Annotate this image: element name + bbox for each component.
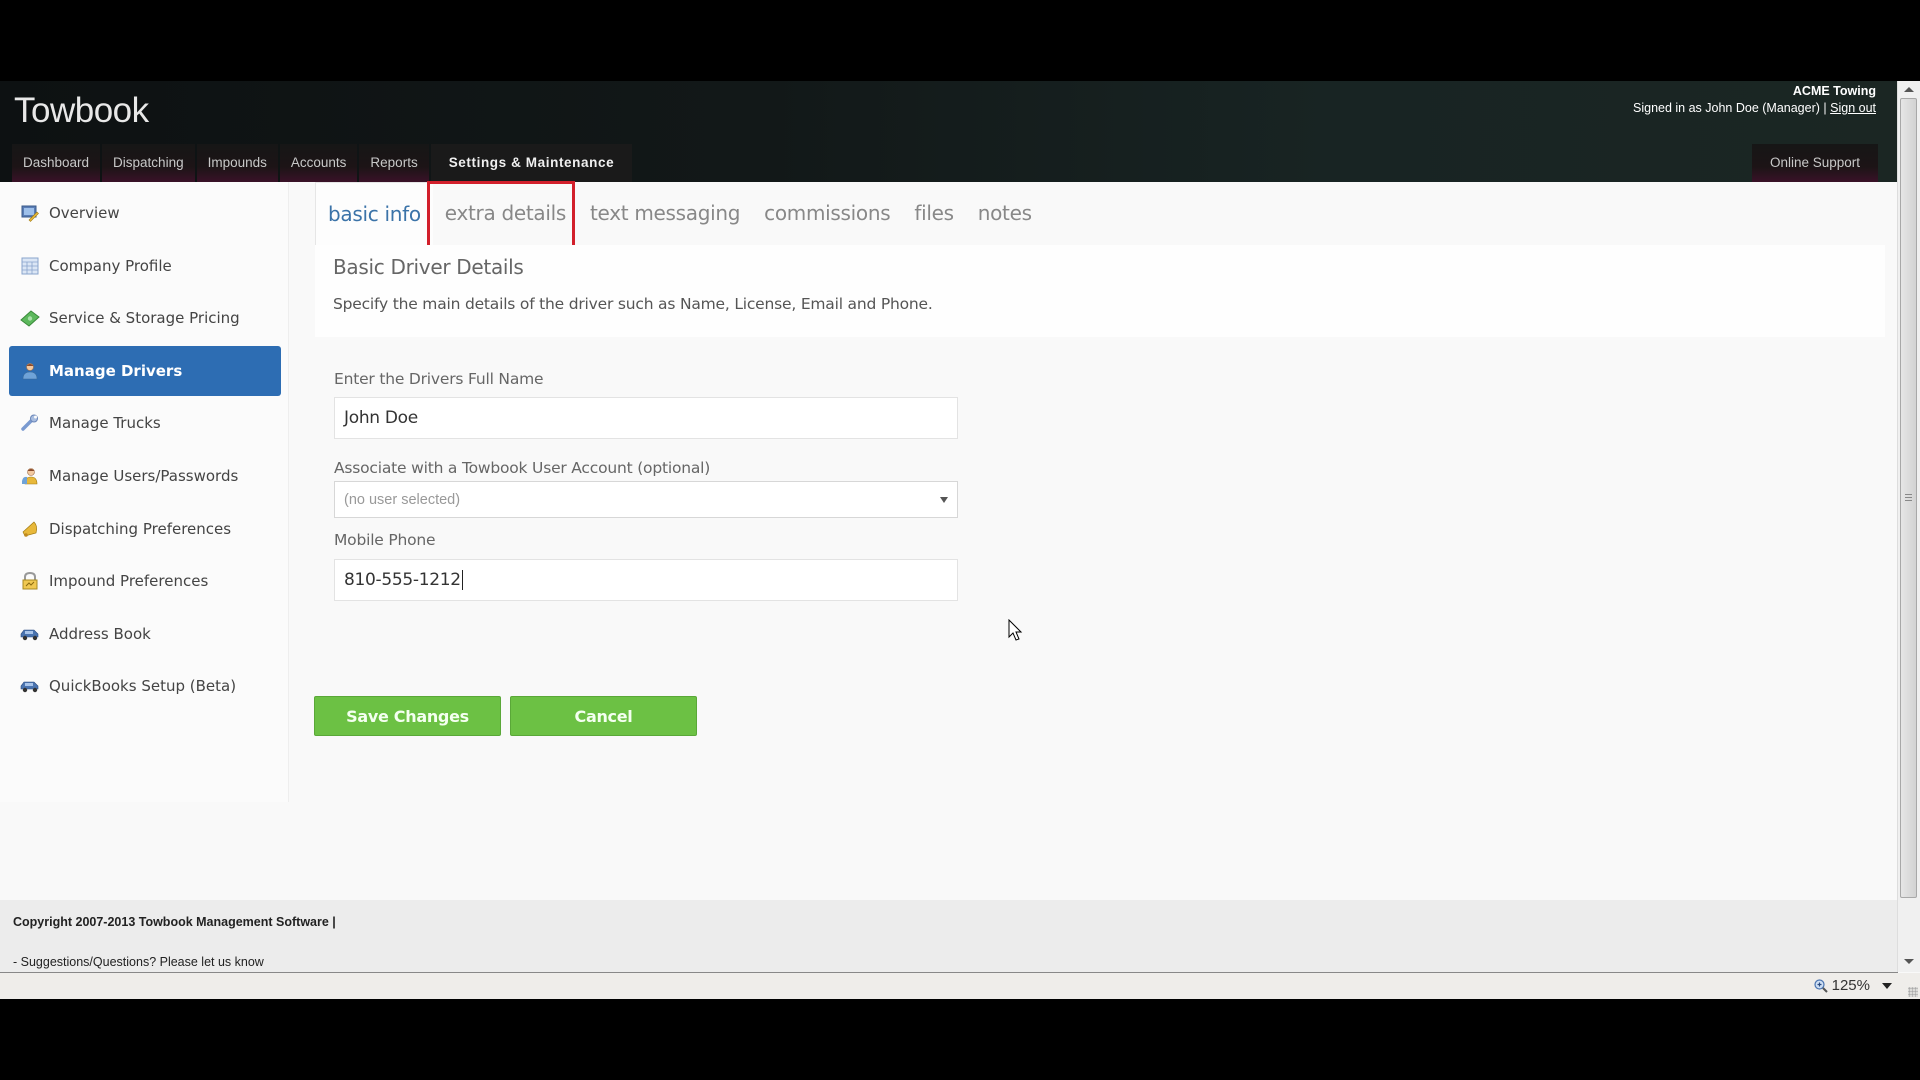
sign-out-link[interactable]: Sign out bbox=[1830, 101, 1876, 115]
sidebar-item-label: Manage Users/Passwords bbox=[49, 467, 239, 485]
cancel-button[interactable]: Cancel bbox=[510, 696, 697, 736]
user-account-select[interactable]: (no user selected) bbox=[334, 481, 958, 518]
tab-text-messaging[interactable]: text messaging bbox=[578, 182, 752, 245]
driver-name-input[interactable]: John Doe bbox=[334, 397, 958, 439]
section-description: Specify the main details of the driver s… bbox=[333, 295, 933, 313]
text-caret bbox=[461, 570, 463, 590]
name-label: Enter the Drivers Full Name bbox=[334, 370, 544, 388]
driver-person-icon bbox=[20, 361, 40, 381]
sidebar-item-label: Manage Drivers bbox=[49, 362, 183, 380]
zoom-dropdown-icon[interactable] bbox=[1882, 983, 1892, 989]
wrench-icon bbox=[20, 413, 40, 433]
tab-files[interactable]: files bbox=[902, 182, 965, 245]
sidebar-item-company-profile[interactable]: Company Profile bbox=[9, 242, 281, 290]
sidebar-item-manage-drivers[interactable]: Manage Drivers bbox=[9, 346, 281, 396]
sidebar-item-label: Dispatching Preferences bbox=[49, 520, 232, 538]
settings-sidebar: Overview Company Profile Service & Stora… bbox=[0, 182, 289, 802]
main-nav: Dashboard Dispatching Impounds Accounts … bbox=[12, 144, 634, 182]
car-icon bbox=[20, 676, 40, 696]
scroll-up-arrow-icon[interactable] bbox=[1904, 87, 1914, 92]
section-title: Basic Driver Details bbox=[333, 255, 524, 279]
nav-tab-impounds[interactable]: Impounds bbox=[196, 144, 278, 182]
bell-icon bbox=[20, 519, 40, 539]
zoom-value: 125% bbox=[1831, 977, 1870, 994]
tab-notes[interactable]: notes bbox=[966, 182, 1044, 245]
sidebar-item-manage-trucks[interactable]: Manage Trucks bbox=[9, 399, 281, 447]
driver-name-value: John Doe bbox=[344, 408, 418, 428]
user-account-value: (no user selected) bbox=[344, 491, 461, 508]
user-account-label: Associate with a Towbook User Account (o… bbox=[334, 459, 711, 477]
sidebar-item-quickbooks-setup[interactable]: QuickBooks Setup (Beta) bbox=[9, 662, 281, 710]
scroll-down-arrow-icon[interactable] bbox=[1904, 959, 1914, 964]
money-icon bbox=[20, 308, 40, 328]
table-icon bbox=[20, 256, 40, 276]
online-support-link[interactable]: Online Support bbox=[1751, 144, 1878, 182]
resize-grip-icon[interactable] bbox=[1908, 987, 1918, 997]
chevron-down-icon bbox=[940, 496, 948, 503]
sidebar-item-label: Service & Storage Pricing bbox=[49, 309, 240, 327]
browser-status-bar: 125% bbox=[0, 973, 1920, 999]
sidebar-item-overview[interactable]: Overview bbox=[9, 189, 281, 237]
towbook-logo[interactable]: Towbook bbox=[14, 91, 149, 131]
lock-icon bbox=[20, 571, 40, 591]
page-footer: Copyright 2007-2013 Towbook Management S… bbox=[0, 900, 1898, 973]
signed-in-text: Signed in as John Doe (Manager) | bbox=[1633, 101, 1827, 115]
sidebar-item-label: Impound Preferences bbox=[49, 572, 209, 590]
sidebar-item-impound-preferences[interactable]: Impound Preferences bbox=[9, 557, 281, 605]
vertical-scrollbar[interactable] bbox=[1897, 81, 1920, 972]
grip-icon bbox=[1905, 494, 1912, 501]
nav-tab-reports[interactable]: Reports bbox=[359, 144, 429, 182]
section-header-panel: Basic Driver Details Specify the main de… bbox=[315, 245, 1885, 337]
mobile-phone-label: Mobile Phone bbox=[334, 531, 436, 549]
tab-extra-details[interactable]: extra details bbox=[433, 182, 578, 245]
nav-tab-dashboard[interactable]: Dashboard bbox=[12, 144, 101, 182]
sidebar-item-label: QuickBooks Setup (Beta) bbox=[49, 677, 237, 695]
app-header: Towbook ACME Towing Signed in as John Do… bbox=[0, 81, 1898, 182]
driver-tabs: basic info extra details text messaging … bbox=[315, 182, 1044, 246]
suggestions-link[interactable]: - Suggestions/Questions? Please let us k… bbox=[13, 955, 264, 969]
sidebar-item-service-storage-pricing[interactable]: Service & Storage Pricing bbox=[9, 294, 281, 342]
sidebar-item-label: Company Profile bbox=[49, 257, 172, 275]
sidebar-item-label: Overview bbox=[49, 204, 120, 222]
nav-tab-accounts[interactable]: Accounts bbox=[279, 144, 358, 182]
sidebar-item-dispatching-preferences[interactable]: Dispatching Preferences bbox=[9, 505, 281, 553]
sidebar-item-label: Address Book bbox=[49, 625, 151, 643]
tab-basic-info[interactable]: basic info bbox=[315, 182, 433, 246]
mobile-phone-value: 810-555-1212 bbox=[344, 570, 461, 590]
account-info: ACME Towing Signed in as John Doe (Manag… bbox=[1633, 83, 1876, 117]
company-name: ACME Towing bbox=[1792, 84, 1876, 98]
sidebar-item-address-book[interactable]: Address Book bbox=[9, 610, 281, 658]
tab-commissions[interactable]: commissions bbox=[752, 182, 902, 245]
car-icon bbox=[20, 624, 40, 644]
browser-window: Towbook ACME Towing Signed in as John Do… bbox=[0, 81, 1920, 999]
scrollbar-thumb[interactable] bbox=[1900, 98, 1917, 898]
zoom-magnifier-icon bbox=[1814, 978, 1828, 993]
zoom-level[interactable]: 125% bbox=[1814, 977, 1870, 994]
nav-tab-settings-maintenance[interactable]: Settings & Maintenance bbox=[430, 144, 633, 182]
monitor-pencil-icon bbox=[20, 203, 40, 223]
mobile-phone-input[interactable]: 810-555-1212 bbox=[334, 559, 958, 601]
mouse-pointer-icon bbox=[1008, 619, 1023, 641]
sidebar-item-manage-users-passwords[interactable]: Manage Users/Passwords bbox=[9, 452, 281, 500]
users-icon bbox=[20, 466, 40, 486]
copyright-text: Copyright 2007-2013 Towbook Management S… bbox=[13, 915, 336, 929]
sidebar-item-label: Manage Trucks bbox=[49, 414, 161, 432]
nav-tab-dispatching[interactable]: Dispatching bbox=[102, 144, 195, 182]
save-changes-button[interactable]: Save Changes bbox=[314, 696, 501, 736]
